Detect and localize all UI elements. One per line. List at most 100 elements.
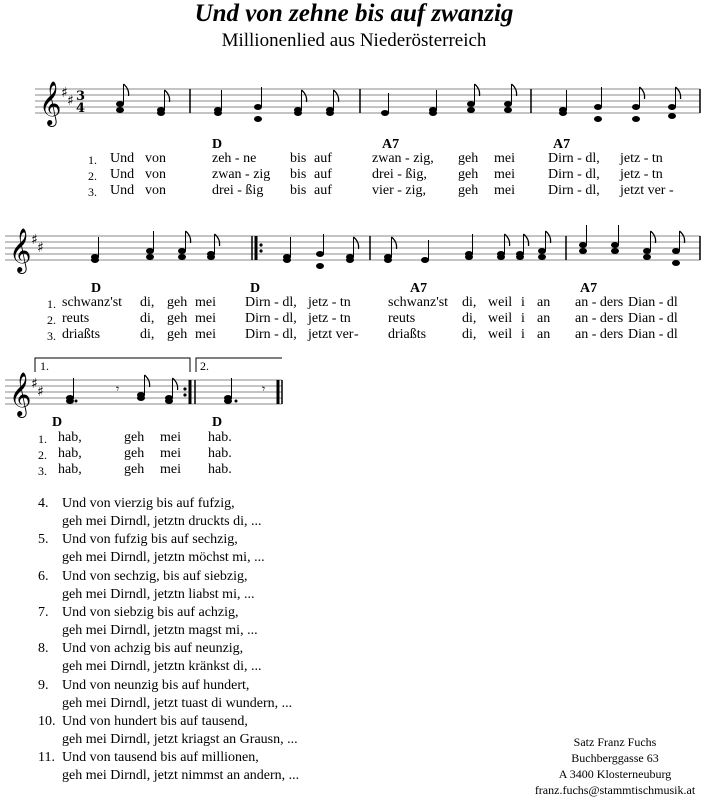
lyric-syllable: zeh - ne: [212, 151, 257, 166]
ending-label: 1.: [40, 359, 49, 373]
repeat-dot: [259, 249, 263, 253]
note-head: [146, 248, 154, 254]
verse-line: geh mei Dirndl, jetzt tuast di wundern, …: [62, 695, 293, 711]
note-head: [632, 116, 640, 122]
lyric-syllable: Dirn - dl,: [245, 311, 297, 326]
lyric-syllable: geh: [458, 151, 479, 166]
repeat-dot: [259, 243, 263, 247]
verse-line: Und von hundert bis auf tausend,: [62, 713, 248, 729]
note-head: [579, 248, 587, 254]
note-flag: [301, 89, 308, 103]
lyric-syllable: i: [521, 327, 525, 342]
credit-line: A 3400 Klosterneuburg: [558, 767, 672, 781]
note-head: [504, 107, 512, 113]
lyric-syllable: geh: [458, 183, 479, 198]
verse-number: 7.: [38, 604, 49, 620]
note-head: [294, 110, 302, 116]
time-signature: 4: [76, 101, 85, 116]
verse-number: 2.: [47, 313, 56, 327]
verse-number: 11.: [38, 750, 55, 766]
verse-line: geh mei Dirndl, jetzt kriagst an Grausn,…: [62, 731, 298, 747]
lyric-syllable: di,: [140, 311, 155, 326]
lyric-syllable: jetz - tn: [620, 151, 663, 166]
treble-clef-icon: 𝄞: [9, 372, 31, 418]
lyric-syllable: reuts: [62, 311, 90, 326]
chord-symbol: D: [212, 415, 223, 430]
verse-number: 6.: [38, 568, 49, 584]
note-head: [559, 110, 567, 116]
lyric-syllable: vier - zig,: [372, 183, 427, 198]
dot: [234, 399, 238, 403]
lyric-syllable: von: [145, 167, 166, 182]
lyric-syllable: weil: [488, 327, 513, 342]
note-head: [538, 254, 546, 260]
note-head: [672, 260, 680, 266]
treble-clef-icon: 𝄞: [39, 81, 61, 127]
note-head: [611, 248, 619, 254]
credit-line: Buchberggasse 63: [571, 751, 659, 765]
verse-line: geh mei Dirndl, jetztn druckts di, ...: [62, 514, 262, 529]
verse-number: 2.: [38, 448, 47, 462]
note-head: [116, 101, 124, 107]
ending-label: 2.: [200, 359, 209, 373]
note-flag: [123, 83, 130, 97]
verse-line: Und von neunzig bis auf hundert,: [62, 677, 250, 693]
lyric-syllable: i: [521, 295, 525, 310]
lyric-syllable: driaßts: [388, 327, 427, 342]
sharp-icon: ♯: [67, 93, 74, 109]
note-head: [594, 116, 602, 122]
verse-line: Und von tausend bis auf millionen,: [62, 750, 259, 766]
note-head: [384, 257, 392, 263]
lyric-syllable: jetzt ver: [308, 327, 354, 342]
note-flag: [185, 230, 192, 244]
verse-line: geh mei Dirndl, jetztn kränkst di, ...: [62, 659, 262, 675]
lyric-syllable: schwanz'st: [388, 295, 449, 310]
verse-line: geh mei Dirndl, jetztn liabst mi, ...: [62, 586, 255, 602]
lyric-syllable: geh: [124, 446, 145, 461]
note-head: [467, 107, 475, 113]
credit-line: Satz Franz Fuchs: [573, 735, 657, 749]
note-flag: [679, 230, 686, 244]
note-flag: [144, 374, 151, 388]
note-head: [66, 398, 74, 404]
verse-number: 2.: [88, 169, 97, 183]
lyric-syllable: mei: [494, 167, 515, 182]
repeat-dot: [183, 393, 187, 397]
lyric-syllable: Und: [110, 151, 135, 166]
verse-number: 1.: [88, 153, 97, 167]
verse-number: 5.: [38, 532, 49, 548]
lyric-syllable: jetzt ver -: [620, 183, 674, 198]
lyric-syllable: hab.: [208, 430, 232, 445]
sharp-icon: ♯: [37, 384, 44, 400]
note-head: [316, 251, 324, 257]
lyric-syllable: an - ders: [575, 311, 624, 326]
note-head: [224, 398, 232, 404]
first-ending-bracket: [34, 357, 191, 372]
lyric-syllable: weil: [488, 311, 513, 326]
note-head: [643, 248, 651, 254]
treble-clef-icon: 𝄞: [9, 228, 31, 274]
lyric-syllable: mei: [160, 446, 181, 461]
note-head: [326, 110, 334, 116]
note-flag: [391, 236, 398, 250]
lyric-syllable: geh: [167, 311, 188, 326]
lyric-syllable: geh: [124, 430, 145, 445]
lyric-syllable: hab.: [208, 462, 232, 477]
note-head: [467, 101, 475, 107]
lyric-syllable: di,: [462, 295, 477, 310]
lyric-syllable: Dian - dl: [628, 295, 678, 310]
repeat-dot: [183, 387, 187, 391]
lyric-syllable: an: [537, 327, 551, 342]
note-flag: [333, 89, 340, 103]
lyric-syllable: di,: [140, 327, 155, 342]
verse-line: Und von vierzig bis auf fufzig,: [62, 496, 235, 511]
lyric-syllable: hab,: [58, 446, 82, 461]
lyric-syllable: i: [521, 311, 525, 326]
lyric-syllable: mei: [160, 462, 181, 477]
verse-line: geh mei Dirndl, jetztn magst mi, ...: [62, 622, 258, 638]
note-head: [668, 113, 676, 119]
note-flag: [545, 230, 552, 244]
lyric-syllable: mei: [195, 295, 216, 310]
lyric-syllable: di,: [140, 295, 155, 310]
lyric-syllable: geh: [124, 462, 145, 477]
